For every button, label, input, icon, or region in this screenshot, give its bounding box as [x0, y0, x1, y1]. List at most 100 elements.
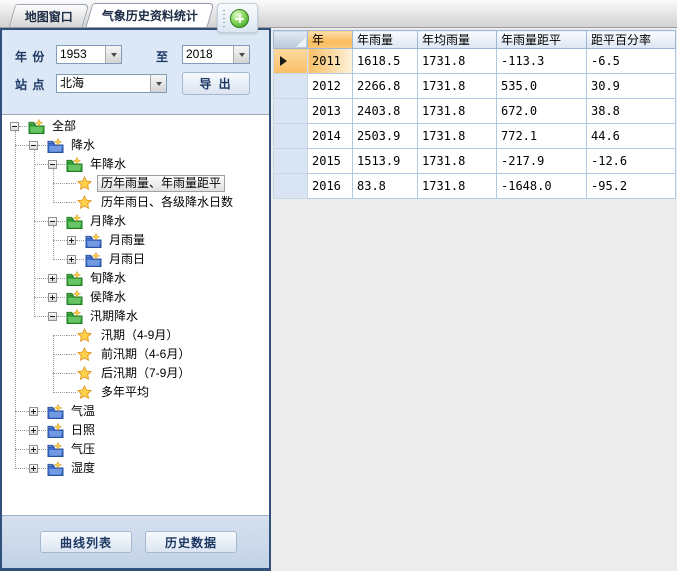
row-selector[interactable]: [274, 149, 308, 174]
table-row[interactable]: 20132403.81731.8672.038.8: [274, 99, 676, 124]
table-cell[interactable]: 2014: [308, 124, 353, 149]
tree-item-label[interactable]: 全部: [48, 118, 80, 135]
table-cell[interactable]: 1731.8: [418, 49, 497, 74]
tree-item-label[interactable]: 历年雨量、年雨量距平: [97, 175, 225, 192]
table-cell[interactable]: 772.1: [497, 124, 587, 149]
table-cell[interactable]: 535.0: [497, 74, 587, 99]
expand-icon[interactable]: [29, 445, 38, 454]
table-cell[interactable]: 1731.8: [418, 124, 497, 149]
tree-item[interactable]: 侯降水: [2, 288, 269, 307]
collapse-icon[interactable]: [48, 160, 57, 169]
table-cell[interactable]: 44.6: [587, 124, 676, 149]
grid-corner-header select-all-corner[interactable]: [274, 31, 308, 49]
collapse-icon[interactable]: [29, 141, 38, 150]
tree-item[interactable]: 汛期降水: [2, 307, 269, 326]
collapse-icon[interactable]: [48, 312, 57, 321]
table-cell[interactable]: 2503.9: [353, 124, 418, 149]
add-tab-button plus-icon[interactable]: [230, 9, 249, 28]
tree-item[interactable]: 月雨日: [2, 250, 269, 269]
tab-map-window[interactable]: 地图窗口: [9, 4, 90, 27]
expand-icon[interactable]: [29, 407, 38, 416]
table-cell[interactable]: 1618.5: [353, 49, 418, 74]
table-cell[interactable]: 2403.8: [353, 99, 418, 124]
tree-item[interactable]: 气温: [2, 402, 269, 421]
tree-item[interactable]: 气压: [2, 440, 269, 459]
chevron-down-icon[interactable]: [233, 46, 249, 63]
tree-item-label[interactable]: 前汛期（4-6月）: [97, 346, 194, 363]
tree-item[interactable]: 多年平均: [2, 383, 269, 402]
tree-item[interactable]: 前汛期（4-6月）: [2, 345, 269, 364]
tree-item-label[interactable]: 后汛期（7-9月）: [97, 365, 194, 382]
expand-icon[interactable]: [67, 255, 76, 264]
table-row[interactable]: 201683.81731.8-1648.0-95.2: [274, 174, 676, 199]
table-cell[interactable]: -217.9: [497, 149, 587, 174]
table-cell[interactable]: 2011: [308, 49, 353, 74]
table-cell[interactable]: 1731.8: [418, 149, 497, 174]
table-cell[interactable]: 2015: [308, 149, 353, 174]
collapse-icon[interactable]: [48, 217, 57, 226]
table-cell[interactable]: 2012: [308, 74, 353, 99]
table-cell[interactable]: 1731.8: [418, 174, 497, 199]
station-combobox[interactable]: 北海: [56, 74, 167, 93]
tree-item-label[interactable]: 湿度: [67, 460, 99, 477]
tree-item[interactable]: 历年雨日、各级降水日数: [2, 193, 269, 212]
tree-item[interactable]: 旬降水: [2, 269, 269, 288]
row-selector[interactable]: [274, 99, 308, 124]
tree-item-label[interactable]: 多年平均: [97, 384, 153, 401]
table-cell[interactable]: 1513.9: [353, 149, 418, 174]
table-cell[interactable]: 38.8: [587, 99, 676, 124]
collapse-icon[interactable]: [10, 122, 19, 131]
chevron-down-icon[interactable]: [105, 46, 121, 63]
table-cell[interactable]: 1731.8: [418, 99, 497, 124]
tree-item[interactable]: 历年雨量、年雨量距平: [2, 174, 269, 193]
expand-icon[interactable]: [29, 426, 38, 435]
table-cell[interactable]: -6.5: [587, 49, 676, 74]
tree-item[interactable]: 汛期（4-9月）: [2, 326, 269, 345]
tree-item-label[interactable]: 旬降水: [86, 270, 130, 287]
tree-item-label[interactable]: 月降水: [86, 213, 130, 230]
table-row[interactable]: 20142503.91731.8772.144.6: [274, 124, 676, 149]
tree-item[interactable]: 日照: [2, 421, 269, 440]
row-selector[interactable]: [274, 174, 308, 199]
tree-item-label[interactable]: 年降水: [86, 156, 130, 173]
tree-item[interactable]: 降水: [2, 136, 269, 155]
tree-item-label[interactable]: 气压: [67, 441, 99, 458]
tab-weather-history-stats[interactable]: 气象历史资料统计: [86, 3, 215, 27]
tree-item[interactable]: 月雨量: [2, 231, 269, 250]
tree-item-label[interactable]: 降水: [67, 137, 99, 154]
tree-item-label[interactable]: 汛期（4-9月）: [97, 327, 182, 344]
tree-item-label[interactable]: 日照: [67, 422, 99, 439]
column-header[interactable]: 距平百分率: [587, 31, 676, 49]
chevron-down-icon[interactable]: [150, 75, 166, 92]
table-cell[interactable]: 672.0: [497, 99, 587, 124]
table-cell[interactable]: 2016: [308, 174, 353, 199]
row-selector[interactable]: [274, 49, 308, 74]
year-from-combobox[interactable]: 1953: [56, 45, 122, 64]
tree-item-label[interactable]: 汛期降水: [86, 308, 142, 325]
row-selector[interactable]: [274, 124, 308, 149]
history-data-button[interactable]: 历史数据: [145, 531, 237, 553]
table-cell[interactable]: -1648.0: [497, 174, 587, 199]
expand-icon[interactable]: [29, 464, 38, 473]
tree-item-label[interactable]: 历年雨日、各级降水日数: [97, 194, 237, 211]
tree-item[interactable]: 全部: [2, 117, 269, 136]
column-header[interactable]: 年均雨量: [418, 31, 497, 49]
year-to-combobox[interactable]: 2018: [182, 45, 250, 64]
tree-item-label[interactable]: 月雨量: [105, 232, 149, 249]
column-header[interactable]: 年: [308, 31, 353, 49]
table-cell[interactable]: 2013: [308, 99, 353, 124]
expand-icon[interactable]: [48, 293, 57, 302]
table-cell[interactable]: 2266.8: [353, 74, 418, 99]
export-button[interactable]: 导 出: [182, 72, 250, 95]
tree-item[interactable]: 年降水: [2, 155, 269, 174]
table-row[interactable]: 20111618.51731.8-113.3-6.5: [274, 49, 676, 74]
tree-item-label[interactable]: 侯降水: [86, 289, 130, 306]
table-cell[interactable]: -113.3: [497, 49, 587, 74]
table-row[interactable]: 20122266.81731.8535.030.9: [274, 74, 676, 99]
table-row[interactable]: 20151513.91731.8-217.9-12.6: [274, 149, 676, 174]
column-header[interactable]: 年雨量距平: [497, 31, 587, 49]
table-cell[interactable]: 1731.8: [418, 74, 497, 99]
tree-item-label[interactable]: 月雨日: [105, 251, 149, 268]
row-selector[interactable]: [274, 74, 308, 99]
table-cell[interactable]: 83.8: [353, 174, 418, 199]
